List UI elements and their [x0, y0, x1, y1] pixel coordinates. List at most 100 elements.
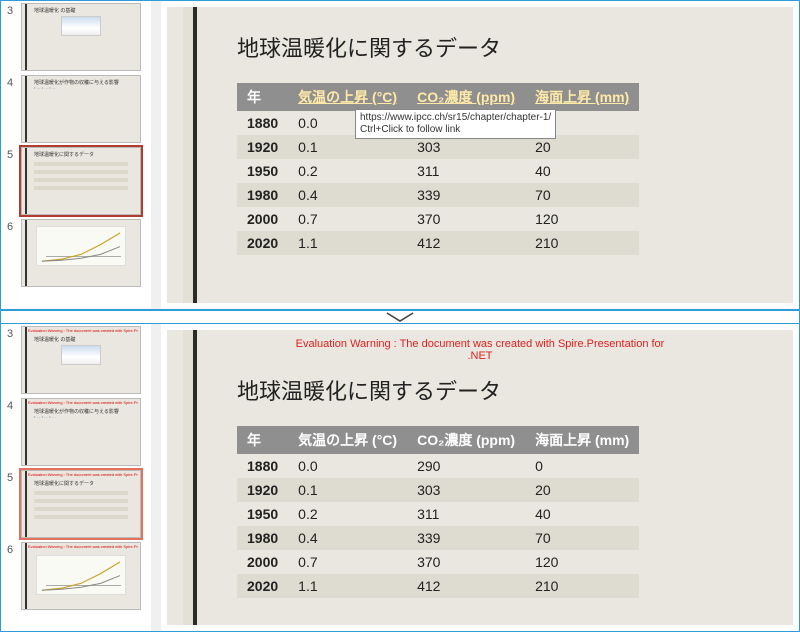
thumb-slide-3[interactable]: 地球温暖化 の基礎	[21, 3, 141, 71]
cell-sea: 70	[525, 526, 639, 550]
thumb-slide-4[interactable]: 地球温暖化が作物の収穫に与える影響 • … • … • …	[21, 75, 141, 143]
thumb-number: 5	[7, 147, 17, 161]
slide-editor-top[interactable]: 地球温暖化に関するデータ 年 気温の上昇 (°C) CO₂濃度 (ppm) 海面…	[161, 1, 799, 309]
thumb-row-4[interactable]: 4 Evaluation Warning : The document was …	[7, 398, 161, 466]
cell-sea: 210	[525, 231, 639, 255]
accent-stripe	[25, 76, 27, 142]
thumb-chart-icon	[36, 226, 126, 266]
cell-sea: 120	[525, 207, 639, 231]
accent-stripe	[25, 148, 27, 214]
slide-title: 地球温暖化に関するデータ	[237, 374, 763, 406]
thumb-slide-5-selected[interactable]: Evaluation Warning : The document was cr…	[21, 470, 141, 538]
cell-temp: 0.2	[288, 502, 407, 526]
accent-stripe	[25, 4, 27, 70]
thumb-table-icon	[34, 162, 128, 192]
thumb-number: 3	[7, 326, 17, 340]
cell-sea: 40	[525, 502, 639, 526]
tooltip-hint: Ctrl+Click to follow link	[360, 124, 460, 135]
thumb-slide-6[interactable]	[21, 219, 141, 287]
thumb-slide-3[interactable]: Evaluation Warning : The document was cr…	[21, 326, 141, 394]
cell-sea: 0	[525, 454, 639, 478]
thumb-number: 6	[7, 542, 17, 556]
thumb-slide-6[interactable]: Evaluation Warning : The document was cr…	[21, 542, 141, 610]
thumb-image	[61, 345, 101, 365]
cell-year: 2020	[237, 574, 288, 598]
thumb-bullets: • … • … • …	[34, 415, 134, 420]
thumb-number: 3	[7, 3, 17, 17]
thumb-bullets: • … • … • …	[34, 86, 134, 91]
table-body-bottom: 18800.0290019200.13032019500.23114019800…	[237, 454, 639, 598]
thumb-number: 4	[7, 75, 17, 89]
thumb-row-3[interactable]: 3 Evaluation Warning : The document was …	[7, 326, 161, 394]
thumb-eval-warning: Evaluation Warning : The document was cr…	[28, 472, 138, 477]
thumb-row-4[interactable]: 4 地球温暖化が作物の収穫に与える影響 • … • … • …	[7, 75, 161, 143]
thumb-row-6[interactable]: 6 Evaluation Warning : The document was …	[7, 542, 161, 610]
cell-co2: 370	[407, 207, 525, 231]
slide-title: 地球温暖化に関するデータ	[237, 31, 763, 63]
evaluation-warning: Evaluation Warning : The document was cr…	[167, 338, 793, 362]
bottom-panel: 3 Evaluation Warning : The document was …	[1, 324, 799, 632]
thumb-slide-4[interactable]: Evaluation Warning : The document was cr…	[21, 398, 141, 466]
cell-co2: 311	[407, 159, 525, 183]
cell-temp: 1.1	[288, 574, 407, 598]
scrollbar-thumb[interactable]	[152, 384, 160, 444]
thumb-number: 4	[7, 398, 17, 412]
thumb-row-5[interactable]: 5 地球温暖化に関するデータ	[7, 147, 161, 215]
cell-sea: 70	[525, 183, 639, 207]
table-row: 20201.1412210	[237, 574, 639, 598]
cell-year: 1880	[237, 454, 288, 478]
cell-sea: 40	[525, 159, 639, 183]
col-year: 年	[237, 83, 288, 111]
thumb-row-3[interactable]: 3 地球温暖化 の基礎	[7, 3, 161, 71]
cell-co2: 339	[407, 526, 525, 550]
cell-temp: 0.0	[288, 454, 407, 478]
tooltip-url: https://www.ipcc.ch/sr15/chapter/chapter…	[360, 112, 551, 123]
scrollbar-thumb[interactable]	[152, 61, 160, 121]
col-year: 年	[237, 426, 288, 454]
accent-stripe	[25, 471, 27, 537]
col-sea: 海面上昇 (mm)	[525, 426, 639, 454]
cell-temp: 1.1	[288, 231, 407, 255]
col-temp-link[interactable]: 気温の上昇 (°C)	[288, 83, 407, 111]
table-row: 19500.231140	[237, 159, 639, 183]
thumb-row-6[interactable]: 6	[7, 219, 161, 287]
cell-temp: 0.2	[288, 159, 407, 183]
slide-accent-bar	[183, 7, 197, 303]
cell-co2: 412	[407, 574, 525, 598]
cell-year: 1920	[237, 478, 288, 502]
col-sea-link[interactable]: 海面上昇 (mm)	[525, 83, 639, 111]
slide-canvas-top[interactable]: 地球温暖化に関するデータ 年 気温の上昇 (°C) CO₂濃度 (ppm) 海面…	[167, 7, 793, 303]
cell-year: 1950	[237, 502, 288, 526]
cell-year: 2000	[237, 207, 288, 231]
hyperlink-tooltip: https://www.ipcc.ch/sr15/chapter/chapter…	[355, 109, 556, 139]
cell-sea: 210	[525, 574, 639, 598]
cell-co2: 412	[407, 231, 525, 255]
thumb-title: 地球温暖化に関するデータ	[34, 481, 134, 487]
thumb-title: 地球温暖化 の基礎	[34, 337, 134, 343]
table-header-row: 年 気温の上昇 (°C) CO₂濃度 (ppm) 海面上昇 (mm)	[237, 426, 639, 454]
col-co2: CO₂濃度 (ppm)	[407, 426, 525, 454]
table-row: 19800.433970	[237, 526, 639, 550]
cell-temp: 0.4	[288, 183, 407, 207]
accent-stripe	[25, 543, 27, 609]
thumb-image	[61, 16, 101, 36]
col-co2-link[interactable]: CO₂濃度 (ppm)	[407, 83, 525, 111]
table-row: 19800.433970	[237, 183, 639, 207]
thumb-slide-5-selected[interactable]: 地球温暖化に関するデータ	[21, 147, 141, 215]
cell-co2: 311	[407, 502, 525, 526]
table-row: 20000.7370120	[237, 550, 639, 574]
table-row: 19500.231140	[237, 502, 639, 526]
data-table-bottom: 年 気温の上昇 (°C) CO₂濃度 (ppm) 海面上昇 (mm) 18800…	[237, 426, 639, 598]
table-row: 19200.130320	[237, 478, 639, 502]
thumb-title: 地球温暖化に関するデータ	[34, 152, 134, 158]
cell-year: 2020	[237, 231, 288, 255]
slide-editor-bottom[interactable]: Evaluation Warning : The document was cr…	[161, 324, 799, 632]
thumb-row-5[interactable]: 5 Evaluation Warning : The document was …	[7, 470, 161, 538]
cell-year: 1950	[237, 159, 288, 183]
slide-canvas-bottom[interactable]: Evaluation Warning : The document was cr…	[167, 330, 793, 626]
thumbnail-strip-top[interactable]: 3 地球温暖化 の基礎 4 地球温暖化が作物の収穫に与える影響 • … • … …	[1, 1, 161, 309]
accent-stripe	[25, 399, 27, 465]
thumbnail-strip-bottom[interactable]: 3 Evaluation Warning : The document was …	[1, 324, 161, 632]
cell-co2: 339	[407, 183, 525, 207]
cell-year: 1920	[237, 135, 288, 159]
